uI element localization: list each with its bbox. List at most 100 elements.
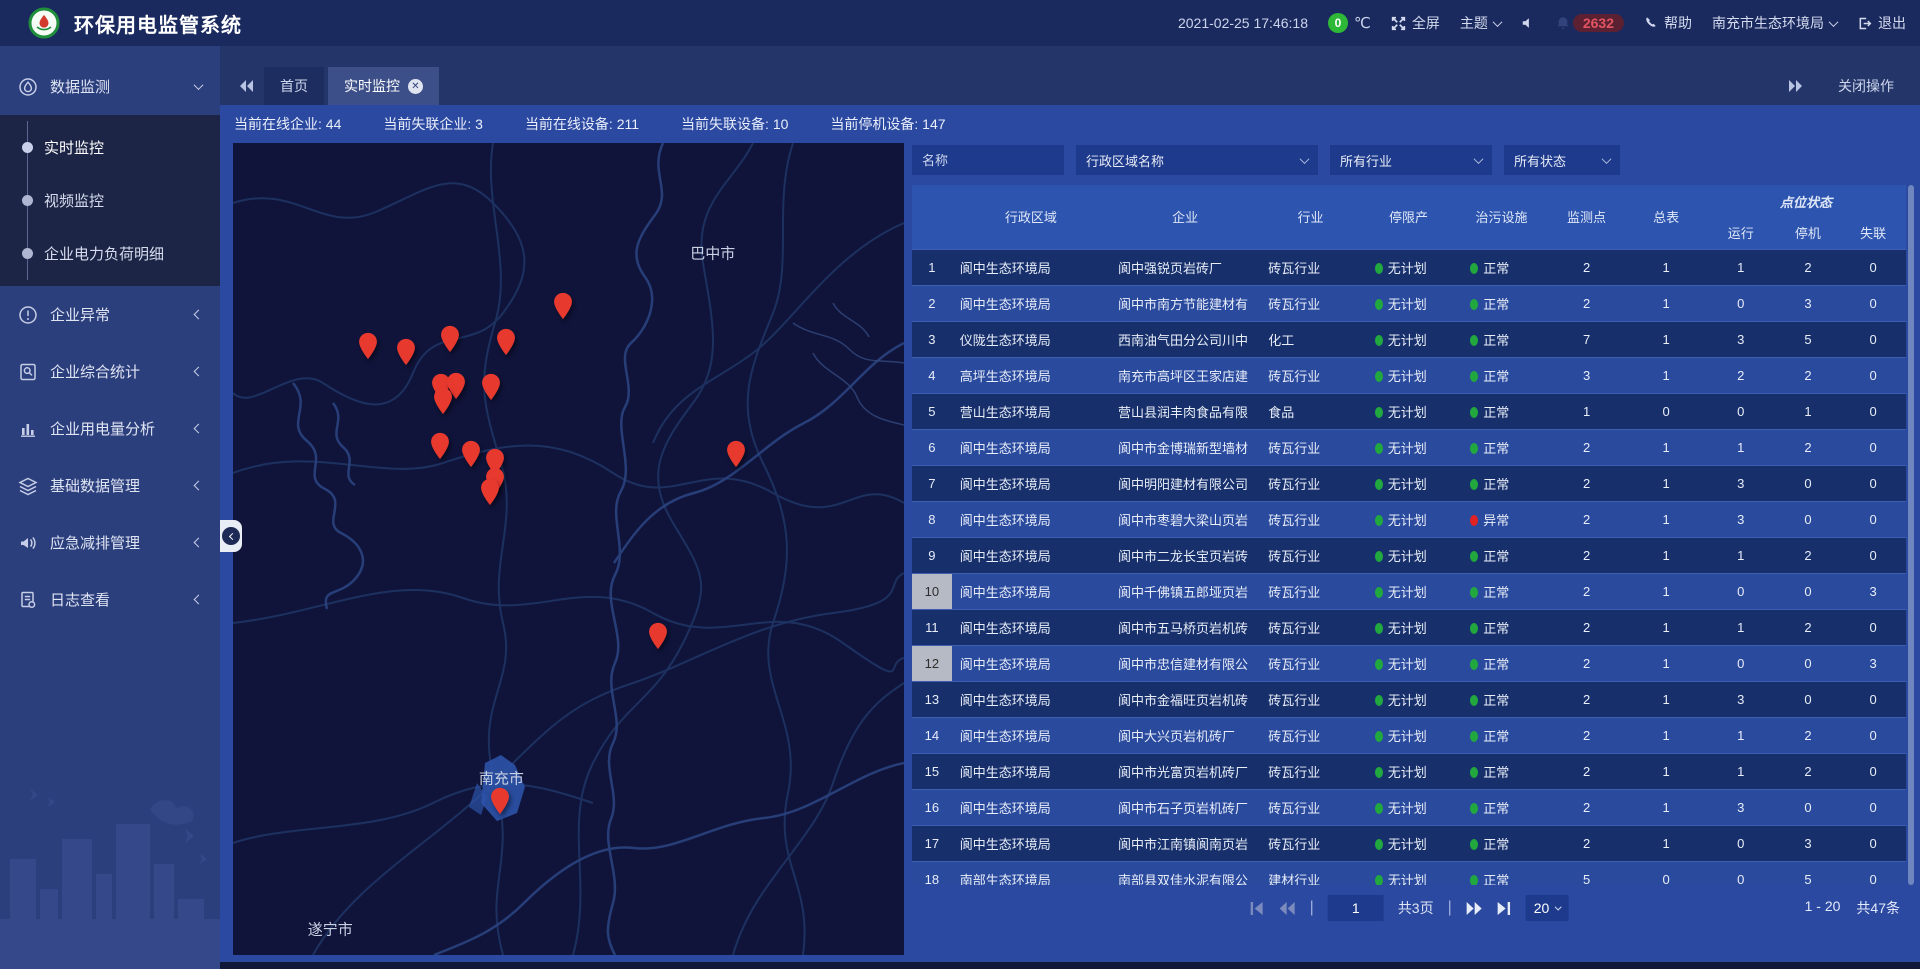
status-dot-icon <box>1375 803 1383 814</box>
first-page-button[interactable] <box>1250 902 1265 915</box>
org-dropdown[interactable]: 南充市生态环境局 <box>1712 13 1837 33</box>
table-scrollbar[interactable] <box>1908 185 1914 885</box>
map-pin-icon[interactable] <box>553 292 574 320</box>
map-pin-icon[interactable] <box>726 440 747 468</box>
status-dot-icon <box>1470 371 1478 382</box>
sidebar-item-enterprise-anomaly[interactable]: 企业异常 <box>0 286 220 343</box>
industry-cell: 砖瓦行业 <box>1260 717 1360 753</box>
double-chevron-right-icon <box>1787 79 1803 93</box>
table-row[interactable]: 10阆中生态环境局阆中千佛镇五郎垭页岩砖瓦行业无计划正常21003 <box>912 573 1906 609</box>
table-row[interactable]: 14阆中生态环境局阆中大兴页岩机砖厂砖瓦行业无计划正常21120 <box>912 717 1906 753</box>
sidebar-item-power-load-detail[interactable]: 企业电力负荷明细 <box>0 227 220 280</box>
running-count-cell: 2 <box>1706 357 1776 393</box>
company-cell: 阆中市五马桥页岩机砖 <box>1110 609 1260 645</box>
map-pin-icon[interactable] <box>496 328 517 356</box>
megaphone-icon <box>18 533 38 553</box>
prev-page-button[interactable] <box>1279 902 1296 915</box>
table-row[interactable]: 17阆中生态环境局阆中市江南镇阆南页岩砖瓦行业无计划正常21030 <box>912 825 1906 861</box>
page-size-select[interactable]: 20 <box>1526 895 1569 921</box>
stopped-count-cell: 2 <box>1776 753 1841 789</box>
sidebar-item-enterprise-statistics[interactable]: 企业综合统计 <box>0 343 220 400</box>
industry-cell: 砖瓦行业 <box>1260 465 1360 501</box>
table-row[interactable]: 18南部生态环境局南部县双佳水泥有限公建材行业无计划正常50050 <box>912 861 1906 885</box>
table-row[interactable]: 5营山生态环境局营山县润丰肉食品有限食品无计划正常10010 <box>912 393 1906 429</box>
table-row[interactable]: 11阆中生态环境局阆中市五马桥页岩机砖砖瓦行业无计划正常21120 <box>912 609 1906 645</box>
status-dot-icon <box>1375 875 1383 885</box>
industry-cell: 砖瓦行业 <box>1260 537 1360 573</box>
last-page-button[interactable] <box>1497 902 1512 915</box>
status-filter-select[interactable]: 所有状态 <box>1504 145 1620 175</box>
meter-count-cell: 1 <box>1626 753 1706 789</box>
table-row[interactable]: 13阆中生态环境局阆中市金福旺页岩机砖砖瓦行业无计划正常21300 <box>912 681 1906 717</box>
tabs-scroll-left-button[interactable] <box>230 67 264 105</box>
col-header-limit: 停限产 <box>1361 185 1457 249</box>
sidebar-item-video-monitor[interactable]: 视频监控 <box>0 174 220 227</box>
tab-home[interactable]: 首页 <box>264 67 324 105</box>
row-index-cell: 9 <box>912 537 952 573</box>
sidebar-item-basic-data[interactable]: 基础数据管理 <box>0 457 220 514</box>
company-cell: 阆中市江南镇阆南页岩 <box>1110 825 1260 861</box>
stat-item: 当前在线企业: 44 <box>234 114 341 134</box>
app-title: 环保用电监管系统 <box>74 9 242 38</box>
map-pin-icon[interactable] <box>433 387 454 415</box>
region-filter-select[interactable]: 行政区域名称 <box>1076 145 1318 175</box>
map-pin-icon[interactable] <box>479 478 500 506</box>
industry-cell: 砖瓦行业 <box>1260 753 1360 789</box>
map-pin-icon[interactable] <box>396 338 417 366</box>
map-pin-icon[interactable] <box>429 432 450 460</box>
status-dot-icon <box>1470 551 1478 562</box>
fullscreen-button[interactable]: 全屏 <box>1391 13 1440 33</box>
page-number-input[interactable] <box>1328 895 1384 921</box>
facility-status-cell: 正常 <box>1456 285 1547 321</box>
help-button[interactable]: 帮助 <box>1644 13 1692 33</box>
facility-status-cell: 正常 <box>1456 357 1547 393</box>
tab-close-icon[interactable]: ✕ <box>408 79 423 94</box>
table-row[interactable]: 2阆中生态环境局阆中市南方节能建材有砖瓦行业无计划正常21030 <box>912 285 1906 321</box>
industry-cell: 砖瓦行业 <box>1260 357 1360 393</box>
sidebar-item-data-monitoring[interactable]: 数据监测 <box>0 58 220 115</box>
table-row[interactable]: 6阆中生态环境局阆中市金博瑞新型墙材砖瓦行业无计划正常21120 <box>912 429 1906 465</box>
theme-dropdown[interactable]: 主题 <box>1460 13 1501 33</box>
status-dot-icon <box>1375 443 1383 454</box>
stat-item: 当前失联企业: 3 <box>383 114 483 134</box>
running-count-cell: 3 <box>1706 789 1776 825</box>
map-pin-icon[interactable] <box>490 787 511 815</box>
map-canvas[interactable]: 巴中市南充市遂宁市 <box>233 143 904 955</box>
map-pin-icon[interactable] <box>481 373 502 401</box>
notification-button[interactable]: 2632 <box>1555 14 1624 32</box>
table-row[interactable]: 9阆中生态环境局阆中市二龙长宝页岩砖砖瓦行业无计划正常21120 <box>912 537 1906 573</box>
sidebar-item-realtime-monitor[interactable]: 实时监控 <box>0 121 220 174</box>
facility-status-cell: 正常 <box>1456 465 1547 501</box>
mute-button[interactable] <box>1521 16 1535 30</box>
exit-button[interactable]: 退出 <box>1857 13 1906 33</box>
table-row[interactable]: 1阆中生态环境局阆中强锐页岩砖厂砖瓦行业无计划正常21120 <box>912 249 1906 285</box>
industry-filter-select[interactable]: 所有行业 <box>1330 145 1492 175</box>
meter-count-cell: 1 <box>1626 573 1706 609</box>
sidebar-item-log-view[interactable]: 日志查看 <box>0 571 220 628</box>
close-operations-button[interactable]: 关闭操作 <box>1838 76 1894 96</box>
status-dot-icon <box>1470 515 1478 526</box>
tab-realtime-monitor[interactable]: 实时监控 ✕ <box>328 67 439 105</box>
map-pin-icon[interactable] <box>461 440 482 468</box>
table-row[interactable]: 8阆中生态环境局阆中市枣碧大梁山页岩砖瓦行业无计划异常21300 <box>912 501 1906 537</box>
company-cell: 阆中市忠信建材有限公 <box>1110 645 1260 681</box>
name-filter-input[interactable] <box>912 145 1064 175</box>
map-pin-icon[interactable] <box>647 622 668 650</box>
monitor-count-cell: 2 <box>1547 465 1627 501</box>
facility-status-cell: 正常 <box>1456 861 1547 885</box>
table-row[interactable]: 3仪陇生态环境局西南油气田分公司川中化工无计划正常71350 <box>912 321 1906 357</box>
table-row[interactable]: 4高坪生态环境局南充市高坪区王家店建砖瓦行业无计划正常31220 <box>912 357 1906 393</box>
table-row[interactable]: 7阆中生态环境局阆中明阳建材有限公司砖瓦行业无计划正常21300 <box>912 465 1906 501</box>
map-pin-icon[interactable] <box>439 325 460 353</box>
next-page-button[interactable] <box>1466 902 1483 915</box>
table-row[interactable]: 15阆中生态环境局阆中市光富页岩机砖厂砖瓦行业无计划正常21120 <box>912 753 1906 789</box>
sidebar-item-power-analysis[interactable]: 企业用电量分析 <box>0 400 220 457</box>
map-pin-icon[interactable] <box>357 332 378 360</box>
tabs-scroll-right-button[interactable] <box>1778 67 1812 105</box>
table-row[interactable]: 16阆中生态环境局阆中市石子页岩机砖厂砖瓦行业无计划正常21300 <box>912 789 1906 825</box>
status-dot-icon <box>1375 335 1383 346</box>
table-row[interactable]: 12阆中生态环境局阆中市忠信建材有限公砖瓦行业无计划正常21003 <box>912 645 1906 681</box>
sidebar-collapse-handle[interactable] <box>220 520 242 552</box>
sidebar-item-emergency-reduction[interactable]: 应急减排管理 <box>0 514 220 571</box>
lost-count-cell: 0 <box>1840 465 1906 501</box>
